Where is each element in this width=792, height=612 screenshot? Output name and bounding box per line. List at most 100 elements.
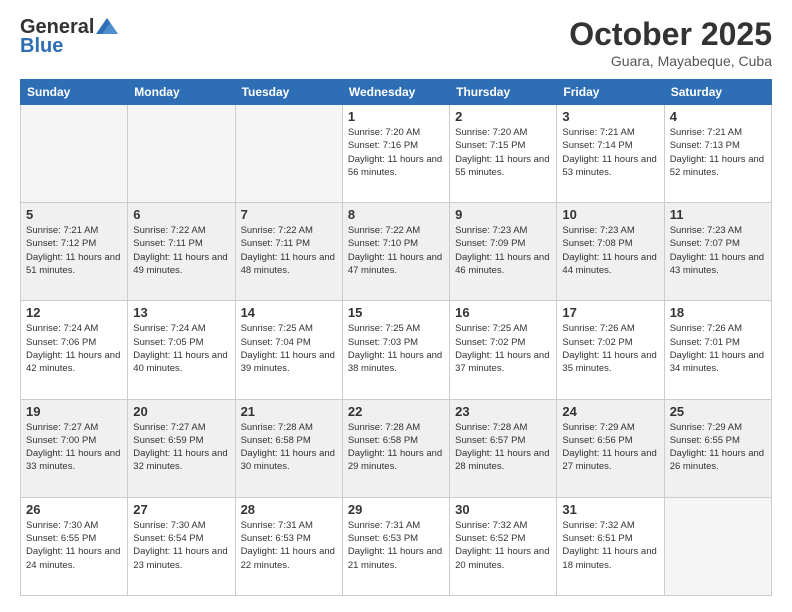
- day-number: 3: [562, 109, 658, 124]
- table-row: [128, 105, 235, 203]
- header-sunday: Sunday: [21, 80, 128, 105]
- day-info: Sunrise: 7:20 AMSunset: 7:15 PMDaylight:…: [455, 126, 551, 179]
- day-info: Sunrise: 7:32 AMSunset: 6:51 PMDaylight:…: [562, 519, 658, 572]
- table-row: 28Sunrise: 7:31 AMSunset: 6:53 PMDayligh…: [235, 497, 342, 595]
- table-row: 11 Sunrise: 7:23 AMSunset: 7:07 PMDayligh…: [664, 203, 771, 301]
- day-number: 7: [241, 207, 337, 222]
- day-number: 29: [348, 502, 444, 517]
- table-row: 3 Sunrise: 7:21 AMSunset: 7:14 PMDaylight…: [557, 105, 664, 203]
- day-info: Sunrise: 7:26 AMSunset: 7:02 PMDaylight:…: [562, 322, 658, 375]
- day-info: Sunrise: 7:32 AMSunset: 6:52 PMDaylight:…: [455, 519, 551, 572]
- day-number: 11: [670, 207, 766, 222]
- day-number: 10: [562, 207, 658, 222]
- day-info: Sunrise: 7:27 AMSunset: 7:00 PMDaylight:…: [26, 421, 122, 474]
- day-info: Sunrise: 7:29 AMSunset: 6:56 PMDaylight:…: [562, 421, 658, 474]
- day-number: 18: [670, 305, 766, 320]
- title-section: October 2025 Guara, Mayabeque, Cuba: [569, 16, 772, 69]
- day-number: 30: [455, 502, 551, 517]
- table-row: [235, 105, 342, 203]
- table-row: 30 Sunrise: 7:32 AMSunset: 6:52 PMDayligh…: [450, 497, 557, 595]
- day-info: Sunrise: 7:28 AMSunset: 6:58 PMDaylight:…: [348, 421, 444, 474]
- table-row: [664, 497, 771, 595]
- table-row: 21 Sunrise: 7:28 AMSunset: 6:58 PMDayligh…: [235, 399, 342, 497]
- table-row: 8Sunrise: 7:22 AMSunset: 7:10 PMDaylight…: [342, 203, 449, 301]
- day-number: 25: [670, 404, 766, 419]
- header-monday: Monday: [128, 80, 235, 105]
- day-number: 26: [26, 502, 122, 517]
- header-thursday: Thursday: [450, 80, 557, 105]
- day-info: Sunrise: 7:21 AMSunset: 7:12 PMDaylight:…: [26, 224, 122, 277]
- table-row: 25 Sunrise: 7:29 AMSunset: 6:55 PMDayligh…: [664, 399, 771, 497]
- day-info: Sunrise: 7:26 AMSunset: 7:01 PMDaylight:…: [670, 322, 766, 375]
- day-info: Sunrise: 7:30 AMSunset: 6:55 PMDaylight:…: [26, 519, 122, 572]
- day-number: 17: [562, 305, 658, 320]
- day-info: Sunrise: 7:24 AMSunset: 7:05 PMDaylight:…: [133, 322, 229, 375]
- table-row: 29 Sunrise: 7:31 AMSunset: 6:53 PMDayligh…: [342, 497, 449, 595]
- table-row: 23 Sunrise: 7:28 AMSunset: 6:57 PMDayligh…: [450, 399, 557, 497]
- table-row: 14Sunrise: 7:25 AMSunset: 7:04 PMDayligh…: [235, 301, 342, 399]
- table-row: [21, 105, 128, 203]
- header-saturday: Saturday: [664, 80, 771, 105]
- day-number: 23: [455, 404, 551, 419]
- day-info: Sunrise: 7:29 AMSunset: 6:55 PMDaylight:…: [670, 421, 766, 474]
- weekday-header-row: Sunday Monday Tuesday Wednesday Thursday…: [21, 80, 772, 105]
- day-info: Sunrise: 7:21 AMSunset: 7:14 PMDaylight:…: [562, 126, 658, 179]
- day-info: Sunrise: 7:28 AMSunset: 6:57 PMDaylight:…: [455, 421, 551, 474]
- day-number: 27: [133, 502, 229, 517]
- day-number: 2: [455, 109, 551, 124]
- day-info: Sunrise: 7:28 AMSunset: 6:58 PMDaylight:…: [241, 421, 337, 474]
- table-row: 18 Sunrise: 7:26 AMSunset: 7:01 PMDayligh…: [664, 301, 771, 399]
- table-row: 13 Sunrise: 7:24 AMSunset: 7:05 PMDayligh…: [128, 301, 235, 399]
- day-info: Sunrise: 7:25 AMSunset: 7:03 PMDaylight:…: [348, 322, 444, 375]
- header-tuesday: Tuesday: [235, 80, 342, 105]
- day-info: Sunrise: 7:22 AMSunset: 7:11 PMDaylight:…: [133, 224, 229, 277]
- calendar-table: Sunday Monday Tuesday Wednesday Thursday…: [20, 79, 772, 596]
- table-row: 4 Sunrise: 7:21 AMSunset: 7:13 PMDaylight…: [664, 105, 771, 203]
- day-number: 24: [562, 404, 658, 419]
- header: General Blue October 2025 Guara, Mayabeq…: [20, 16, 772, 69]
- table-row: 7 Sunrise: 7:22 AMSunset: 7:11 PMDaylight…: [235, 203, 342, 301]
- day-number: 19: [26, 404, 122, 419]
- day-info: Sunrise: 7:22 AMSunset: 7:10 PMDaylight:…: [348, 224, 444, 277]
- day-number: 20: [133, 404, 229, 419]
- day-number: 21: [241, 404, 337, 419]
- table-row: 1 Sunrise: 7:20 AMSunset: 7:16 PMDaylight…: [342, 105, 449, 203]
- day-info: Sunrise: 7:27 AMSunset: 6:59 PMDaylight:…: [133, 421, 229, 474]
- day-info: Sunrise: 7:23 AMSunset: 7:07 PMDaylight:…: [670, 224, 766, 277]
- day-info: Sunrise: 7:21 AMSunset: 7:13 PMDaylight:…: [670, 126, 766, 179]
- day-number: 4: [670, 109, 766, 124]
- day-number: 13: [133, 305, 229, 320]
- logo-blue: Blue: [20, 35, 63, 58]
- day-number: 6: [133, 207, 229, 222]
- header-wednesday: Wednesday: [342, 80, 449, 105]
- day-number: 9: [455, 207, 551, 222]
- table-row: 20 Sunrise: 7:27 AMSunset: 6:59 PMDayligh…: [128, 399, 235, 497]
- day-info: Sunrise: 7:31 AMSunset: 6:53 PMDaylight:…: [241, 519, 337, 572]
- day-info: Sunrise: 7:30 AMSunset: 6:54 PMDaylight:…: [133, 519, 229, 572]
- table-row: 10Sunrise: 7:23 AMSunset: 7:08 PMDayligh…: [557, 203, 664, 301]
- day-info: Sunrise: 7:24 AMSunset: 7:06 PMDaylight:…: [26, 322, 122, 375]
- table-row: 17 Sunrise: 7:26 AMSunset: 7:02 PMDayligh…: [557, 301, 664, 399]
- day-number: 1: [348, 109, 444, 124]
- day-number: 31: [562, 502, 658, 517]
- day-info: Sunrise: 7:22 AMSunset: 7:11 PMDaylight:…: [241, 224, 337, 277]
- calendar-week-row: 26 Sunrise: 7:30 AMSunset: 6:55 PMDayligh…: [21, 497, 772, 595]
- calendar-week-row: 1 Sunrise: 7:20 AMSunset: 7:16 PMDaylight…: [21, 105, 772, 203]
- day-number: 14: [241, 305, 337, 320]
- day-info: Sunrise: 7:31 AMSunset: 6:53 PMDaylight:…: [348, 519, 444, 572]
- table-row: 22Sunrise: 7:28 AMSunset: 6:58 PMDayligh…: [342, 399, 449, 497]
- calendar-week-row: 19 Sunrise: 7:27 AMSunset: 7:00 PMDayligh…: [21, 399, 772, 497]
- calendar-week-row: 12Sunrise: 7:24 AMSunset: 7:06 PMDayligh…: [21, 301, 772, 399]
- day-info: Sunrise: 7:20 AMSunset: 7:16 PMDaylight:…: [348, 126, 444, 179]
- page: General Blue October 2025 Guara, Mayabeq…: [0, 0, 792, 612]
- month-title: October 2025: [569, 16, 772, 53]
- table-row: 27 Sunrise: 7:30 AMSunset: 6:54 PMDayligh…: [128, 497, 235, 595]
- table-row: 6 Sunrise: 7:22 AMSunset: 7:11 PMDaylight…: [128, 203, 235, 301]
- day-number: 5: [26, 207, 122, 222]
- logo-icon: [96, 18, 118, 34]
- table-row: 2 Sunrise: 7:20 AMSunset: 7:15 PMDaylight…: [450, 105, 557, 203]
- day-number: 16: [455, 305, 551, 320]
- table-row: 16Sunrise: 7:25 AMSunset: 7:02 PMDayligh…: [450, 301, 557, 399]
- table-row: 5 Sunrise: 7:21 AMSunset: 7:12 PMDaylight…: [21, 203, 128, 301]
- table-row: 31 Sunrise: 7:32 AMSunset: 6:51 PMDayligh…: [557, 497, 664, 595]
